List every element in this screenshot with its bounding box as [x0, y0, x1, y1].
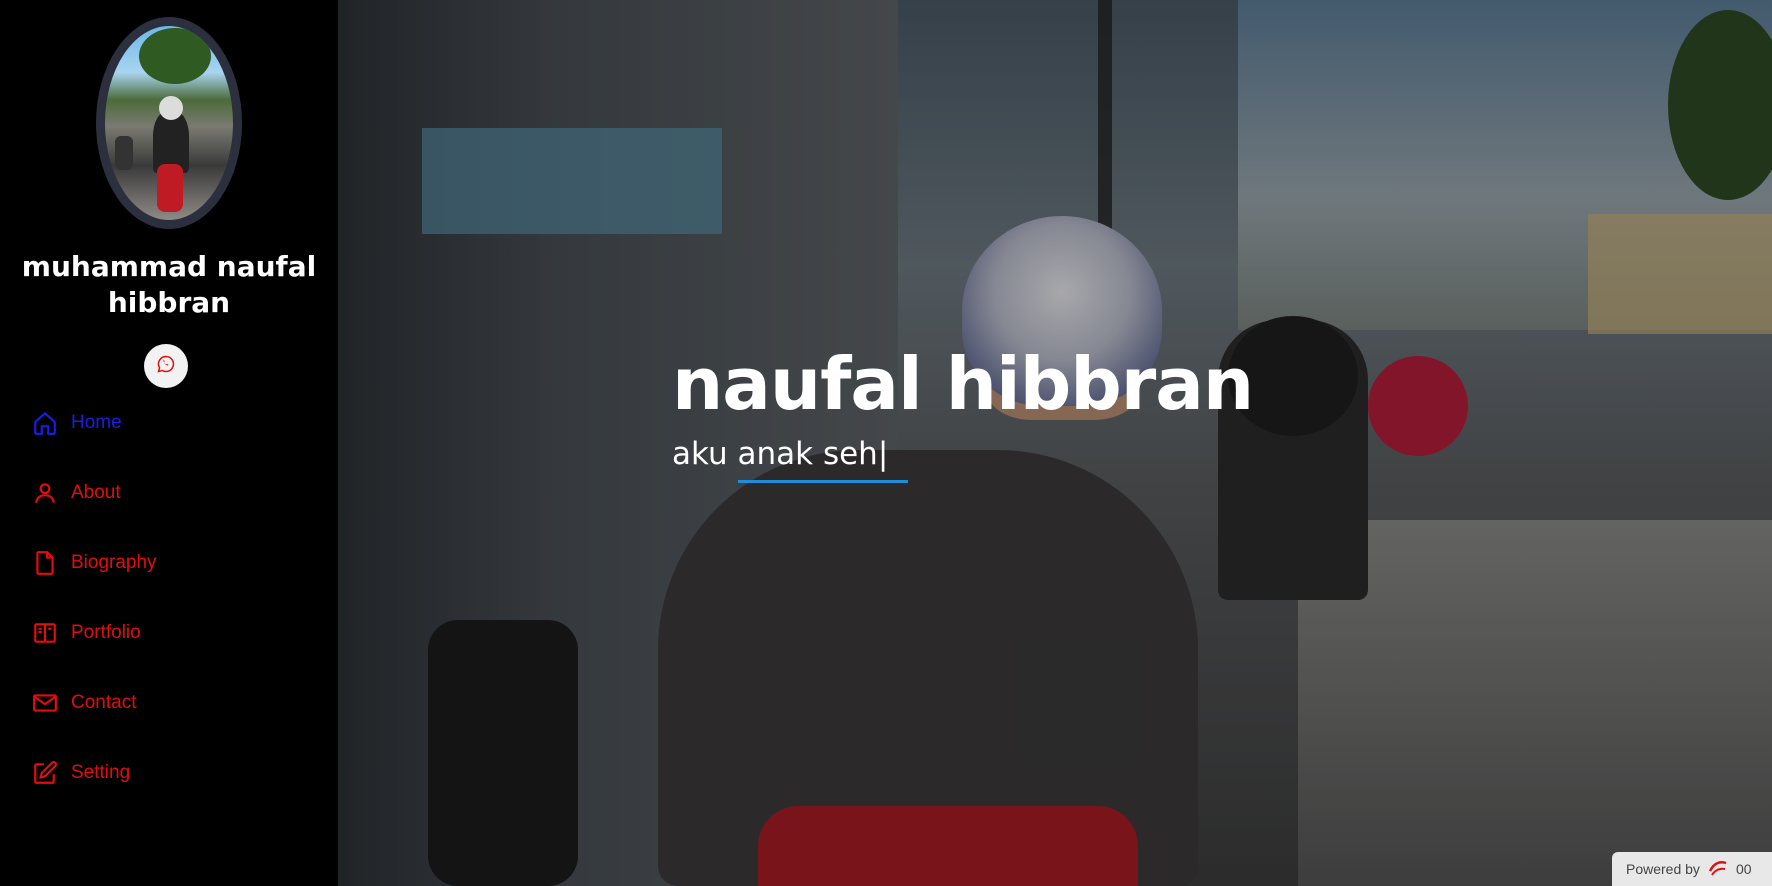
- home-icon: [32, 410, 58, 436]
- sidebar: muhammad naufal hibbran Home About Biogr…: [0, 0, 338, 886]
- nav-item-about[interactable]: About: [32, 473, 121, 513]
- typing-cursor: |: [877, 436, 889, 472]
- nav-item-portfolio[interactable]: Portfolio: [32, 613, 141, 653]
- badge-suffix: 00: [1735, 861, 1752, 877]
- hero-subtitle: aku anak seh|: [672, 432, 888, 476]
- envelope-icon: [32, 690, 58, 716]
- nav-item-label: Home: [71, 412, 122, 433]
- typed-text: aku anak seh: [672, 436, 878, 472]
- nav-item-biography[interactable]: Biography: [32, 543, 157, 583]
- person-icon: [32, 480, 58, 506]
- nav-item-label: Portfolio: [71, 622, 141, 643]
- nav-item-contact[interactable]: Contact: [32, 683, 136, 723]
- book-icon: [32, 620, 58, 646]
- nav-item-label: Contact: [71, 692, 137, 713]
- powered-by-label: Powered by: [1626, 861, 1700, 877]
- hero-section: naufal hibbran aku anak seh|: [338, 0, 1772, 886]
- badge-logo-icon: [1708, 859, 1728, 880]
- powered-by-badge[interactable]: Powered by 00: [1612, 852, 1772, 886]
- whatsapp-button[interactable]: [144, 344, 188, 388]
- pencil-square-icon: [32, 760, 58, 786]
- profile-avatar: [96, 17, 242, 229]
- nav-item-label: Biography: [71, 552, 157, 573]
- nav-item-label: About: [71, 482, 121, 503]
- hero-underline: [738, 480, 908, 483]
- nav-item-setting[interactable]: Setting: [32, 753, 130, 793]
- profile-name: muhammad naufal hibbran: [21, 250, 317, 319]
- nav-item-home[interactable]: Home: [32, 403, 122, 443]
- whatsapp-icon: [157, 355, 175, 377]
- file-icon: [32, 550, 58, 576]
- hero-title: naufal hibbran: [672, 342, 1254, 426]
- nav-item-label: Setting: [71, 762, 131, 783]
